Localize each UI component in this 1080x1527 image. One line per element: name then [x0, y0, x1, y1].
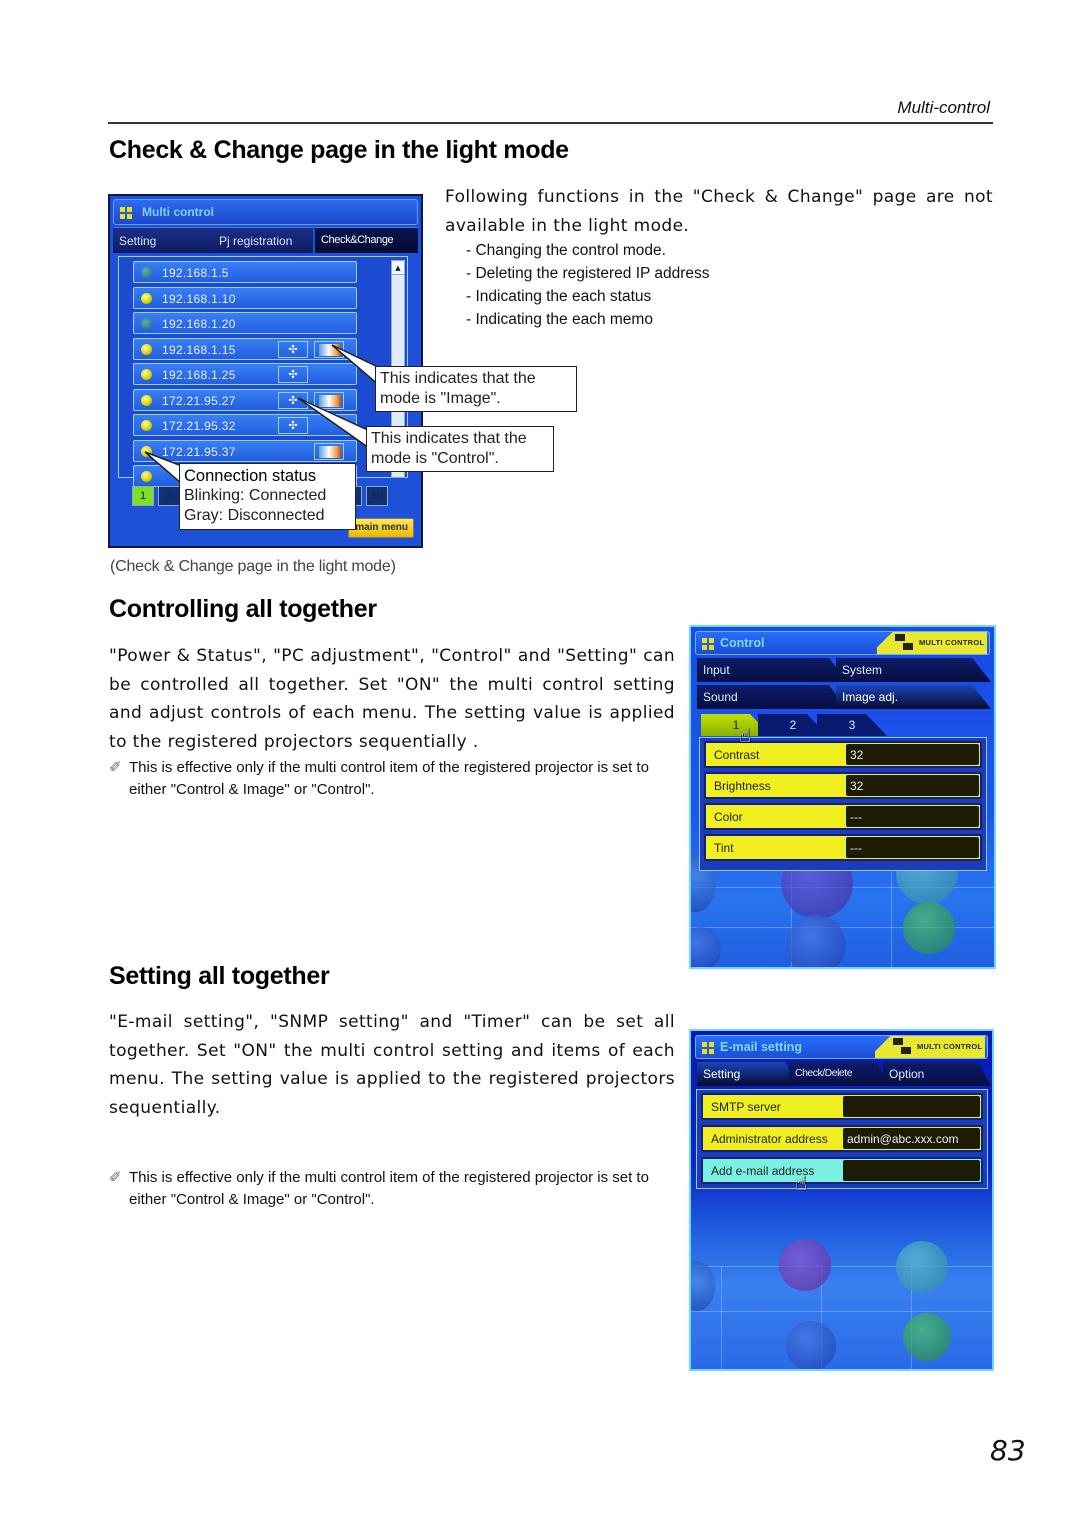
decorative-sphere	[903, 902, 955, 954]
tab-image-adj[interactable]: Image adj.	[836, 685, 991, 709]
window-title: Control	[720, 636, 765, 650]
section3-note: ✐ This is effective only if the multi co…	[109, 1167, 679, 1211]
field-value[interactable]	[843, 1096, 980, 1117]
projector-icon	[895, 634, 905, 641]
subtab-3[interactable]: 3	[817, 714, 887, 736]
field-label: Administrator address	[711, 1132, 828, 1146]
field-value[interactable]	[843, 1160, 980, 1181]
section3-body: "E-mail setting", "SNMP setting" and "Ti…	[109, 1012, 675, 1118]
projector-icon	[903, 643, 913, 650]
leader-control-mode	[297, 397, 373, 452]
callout-control-mode: This indicates that the mode is "Control…	[366, 426, 554, 472]
menu-dots-icon	[702, 1042, 714, 1054]
tab-option[interactable]: Option	[883, 1062, 991, 1086]
connection-status-blinking: Blinking: Connected	[184, 487, 327, 504]
field-smtp-server[interactable]: SMTP server	[701, 1093, 983, 1120]
callout-connection-status: Connection status Blinking: Connected Gr…	[179, 463, 356, 530]
leader-image-mode	[331, 344, 381, 388]
connection-status-title: Connection status	[184, 467, 317, 485]
tab-sound[interactable]: Sound	[697, 685, 847, 709]
projector-icon	[893, 1038, 903, 1045]
multi-control-badge: MULTI CONTROL	[877, 632, 987, 654]
field-label: Brightness	[714, 779, 771, 793]
field-value[interactable]: ---	[846, 806, 979, 827]
note-text: This is effective only if the multi cont…	[129, 759, 649, 798]
field-label: SMTP server	[711, 1100, 781, 1114]
decorative-sphere	[691, 1261, 715, 1311]
leader-connection-status	[144, 451, 183, 486]
pencil-note-icon: ✐	[109, 1169, 122, 1186]
page-number: 83	[990, 1434, 1026, 1467]
decorative-sphere	[786, 915, 846, 967]
decorative-sphere	[786, 1321, 836, 1369]
field-label: Contrast	[714, 748, 760, 762]
field-brightness[interactable]: Brightness 32	[704, 772, 982, 799]
field-administrator-address[interactable]: Administrator address admin@abc.xxx.com	[701, 1125, 983, 1152]
envelope-sphere-icon	[779, 1239, 831, 1291]
adjustment-panel: Contrast 32 Brightness 32 Color --- Tint ---	[699, 737, 987, 871]
section-title-setting: Setting all together	[109, 962, 330, 990]
figure-caption: (Check & Change page in the light mode)	[110, 558, 396, 575]
section2-note: ✐ This is effective only if the multi co…	[109, 757, 679, 801]
section2-body: "Power & Status", "PC adjustment", "Cont…	[109, 646, 675, 752]
hand-cursor-icon: ☝	[795, 1171, 808, 1195]
callout-leaders	[144, 344, 381, 486]
pencil-note-icon: ✐	[109, 759, 122, 776]
tab-system[interactable]: System	[836, 658, 991, 682]
field-add-e-mail-address[interactable]: Add e-mail address	[701, 1157, 983, 1184]
wrench-sphere-icon	[896, 1241, 948, 1293]
section-title-controlling: Controlling all together	[109, 595, 377, 623]
email-settings-panel: SMTP server Administrator address admin@ab…	[696, 1089, 988, 1189]
connection-status-gray: Gray: Disconnected	[184, 507, 325, 524]
title-bar: Control MULTI CONTROL	[695, 631, 990, 655]
tab-input[interactable]: Input	[697, 658, 847, 682]
note-text: This is effective only if the multi cont…	[129, 1169, 649, 1208]
decorative-sphere	[691, 927, 721, 967]
email-setting-screenshot: E-mail setting MULTI CONTROL Setting Che…	[689, 1029, 994, 1371]
decorative-sphere	[903, 1313, 951, 1361]
field-label: Color	[714, 810, 743, 824]
window-title: E-mail setting	[720, 1040, 802, 1054]
field-tint[interactable]: Tint ---	[704, 834, 982, 861]
menu-dots-icon	[702, 638, 714, 650]
title-bar: E-mail setting MULTI CONTROL	[695, 1035, 988, 1059]
hand-cursor-icon: ☝	[739, 723, 752, 747]
field-value[interactable]: admin@abc.xxx.com	[843, 1128, 980, 1149]
callout-image-mode: This indicates that the mode is "Image".	[375, 366, 577, 412]
field-value[interactable]: 32	[846, 744, 979, 765]
field-value[interactable]: 32	[846, 775, 979, 796]
field-label: Tint	[714, 841, 734, 855]
projector-icon	[901, 1047, 911, 1054]
field-color[interactable]: Color ---	[704, 803, 982, 830]
field-value[interactable]: ---	[846, 837, 979, 858]
tab-setting[interactable]: Setting	[697, 1062, 797, 1086]
tab-check-delete[interactable]: Check/Delete	[789, 1062, 889, 1086]
multi-control-badge: MULTI CONTROL	[875, 1036, 985, 1058]
control-screenshot: Control MULTI CONTROL Input System Sound…	[689, 625, 996, 969]
